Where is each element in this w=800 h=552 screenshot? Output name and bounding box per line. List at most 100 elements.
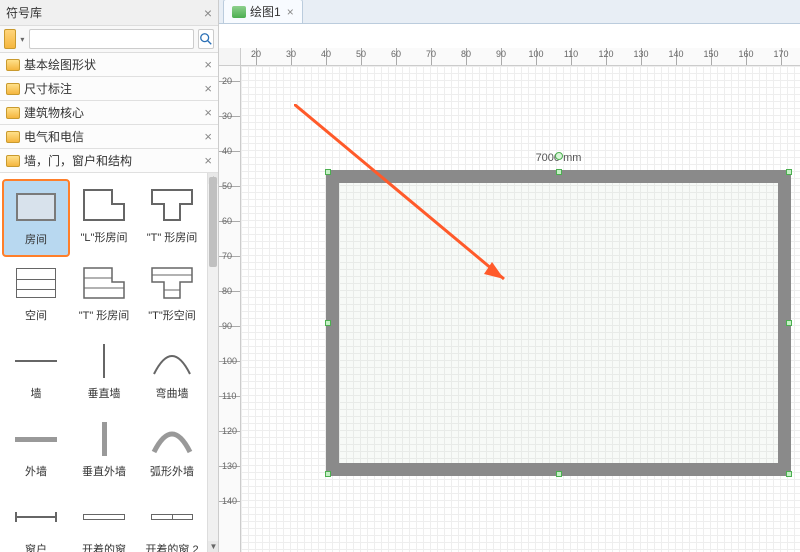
ruler-corner — [219, 48, 241, 66]
category-label: 墙，门，窗户和结构 — [24, 152, 132, 169]
drawing-canvas[interactable]: 7000 mm 4300 mm — [241, 66, 800, 552]
open-window-2-icon — [151, 514, 193, 520]
close-icon[interactable]: × — [204, 81, 212, 96]
shape-window[interactable]: 窗户 — [2, 491, 70, 552]
shape-curved-wall[interactable]: 弯曲墙 — [138, 335, 206, 413]
shape-label: 垂直墙 — [88, 385, 121, 401]
shape-vertical-wall[interactable]: 垂直墙 — [70, 335, 138, 413]
t-space-icon — [150, 266, 194, 300]
l-room2-icon — [82, 266, 126, 300]
space-icon — [16, 268, 56, 298]
canvas-area: 绘图1 × 2030405060708090100110120130140150… — [219, 0, 800, 552]
shape-label: "T" 形房间 — [79, 307, 130, 323]
wall-icon — [15, 360, 57, 362]
close-icon[interactable]: × — [287, 5, 294, 19]
shape-label: 开着的窗 — [82, 541, 126, 552]
category-label: 建筑物核心 — [24, 104, 84, 121]
shape-t-room[interactable]: "T" 形房间 — [138, 179, 206, 257]
category-label: 基本绘图形状 — [24, 56, 96, 73]
resize-handle[interactable] — [786, 471, 792, 477]
shape-grid: 房间 "L"形房间 "T" 形房间 空间 "T" 形房间 — [0, 173, 208, 552]
shape-label: 墙 — [31, 385, 42, 401]
category-electrical[interactable]: 电气和电信 × — [0, 125, 218, 149]
close-icon[interactable]: × — [204, 105, 212, 120]
category-label: 电气和电信 — [24, 128, 84, 145]
shape-exterior-wall[interactable]: 外墙 — [2, 413, 70, 491]
folder-icon — [6, 155, 20, 167]
search-icon — [199, 32, 213, 46]
scroll-down-icon[interactable]: ▼ — [208, 541, 218, 552]
resize-handle[interactable] — [556, 169, 562, 175]
symbol-library-panel: 符号库 × ▾ 基本绘图形状 × 尺寸标注 × 建筑物核心 × 电气和电信 × — [0, 0, 219, 552]
exterior-wall-icon — [15, 437, 57, 442]
rotate-handle[interactable] — [555, 152, 563, 160]
shape-panel: 房间 "L"形房间 "T" 形房间 空间 "T" 形房间 — [0, 173, 218, 552]
resize-handle[interactable] — [786, 169, 792, 175]
category-dimensions[interactable]: 尺寸标注 × — [0, 77, 218, 101]
l-room-icon — [82, 188, 126, 222]
resize-handle[interactable] — [556, 471, 562, 477]
curved-wall-icon — [150, 344, 194, 378]
close-icon[interactable]: × — [204, 153, 212, 168]
tab-label: 绘图1 — [250, 3, 281, 20]
scrollbar[interactable]: ▲ ▼ — [207, 173, 218, 552]
resize-handle[interactable] — [786, 320, 792, 326]
shape-label: "T"形空间 — [148, 307, 196, 323]
shape-label: 窗户 — [25, 541, 47, 552]
close-icon[interactable]: × — [204, 57, 212, 72]
category-basic-shapes[interactable]: 基本绘图形状 × — [0, 53, 218, 77]
room-wall — [326, 170, 791, 476]
shape-arc-exterior-wall[interactable]: 弧形外墙 — [138, 413, 206, 491]
close-icon[interactable]: × — [204, 5, 212, 21]
folder-icon — [6, 59, 20, 71]
app-root: 符号库 × ▾ 基本绘图形状 × 尺寸标注 × 建筑物核心 × 电气和电信 × — [0, 0, 800, 552]
room-icon — [16, 193, 56, 221]
arc-wall-icon — [150, 422, 194, 456]
close-icon[interactable]: × — [204, 129, 212, 144]
shape-space[interactable]: 空间 — [2, 257, 70, 335]
folder-icon — [6, 131, 20, 143]
vertical-wall-icon — [103, 344, 105, 378]
shape-vertical-exterior-wall[interactable]: 垂直外墙 — [70, 413, 138, 491]
shape-label: 弯曲墙 — [156, 385, 189, 401]
shape-t-space[interactable]: "T"形空间 — [138, 257, 206, 335]
shape-label: 弧形外墙 — [150, 463, 194, 479]
search-button[interactable] — [198, 29, 214, 49]
horizontal-ruler: 2030405060708090100110120130140150160170 — [241, 48, 800, 66]
shape-label: 外墙 — [25, 463, 47, 479]
panel-header: 符号库 × — [0, 0, 218, 26]
shape-open-window[interactable]: 开着的窗 — [70, 491, 138, 552]
t-room-icon — [150, 188, 194, 222]
resize-handle[interactable] — [325, 471, 331, 477]
resize-handle[interactable] — [325, 169, 331, 175]
vertical-ruler: 2030405060708090100110120130140 — [219, 66, 241, 552]
shape-label: "L"形房间 — [81, 229, 128, 245]
shape-wall[interactable]: 墙 — [2, 335, 70, 413]
document-tabs: 绘图1 × — [219, 0, 800, 24]
tab-drawing1[interactable]: 绘图1 × — [223, 0, 303, 23]
folder-icon — [6, 83, 20, 95]
search-input[interactable] — [29, 29, 194, 49]
open-window-icon — [83, 514, 125, 520]
shape-label: 空间 — [25, 307, 47, 323]
resize-handle[interactable] — [325, 320, 331, 326]
shape-open-window-2[interactable]: 开着的窗 2 — [138, 491, 206, 552]
canvas-wrap: 2030405060708090100110120130140150160170… — [219, 24, 800, 552]
panel-title: 符号库 — [6, 4, 42, 21]
category-walls-doors-windows[interactable]: 墙，门，窗户和结构 × — [0, 149, 218, 173]
window-icon — [15, 515, 57, 519]
library-icon[interactable] — [4, 29, 16, 49]
shape-label: 房间 — [25, 231, 47, 247]
library-dropdown-icon[interactable]: ▾ — [20, 29, 25, 49]
vertical-exterior-wall-icon — [102, 422, 107, 456]
folder-icon — [6, 107, 20, 119]
shape-t-room-2[interactable]: "T" 形房间 — [70, 257, 138, 335]
shape-label: "T" 形房间 — [147, 229, 198, 245]
scroll-thumb[interactable] — [209, 177, 217, 267]
room-shape[interactable] — [326, 170, 791, 476]
category-building-core[interactable]: 建筑物核心 × — [0, 101, 218, 125]
shape-l-room[interactable]: "L"形房间 — [70, 179, 138, 257]
shape-room[interactable]: 房间 — [2, 179, 70, 257]
shape-label: 垂直外墙 — [82, 463, 126, 479]
document-icon — [232, 6, 246, 18]
